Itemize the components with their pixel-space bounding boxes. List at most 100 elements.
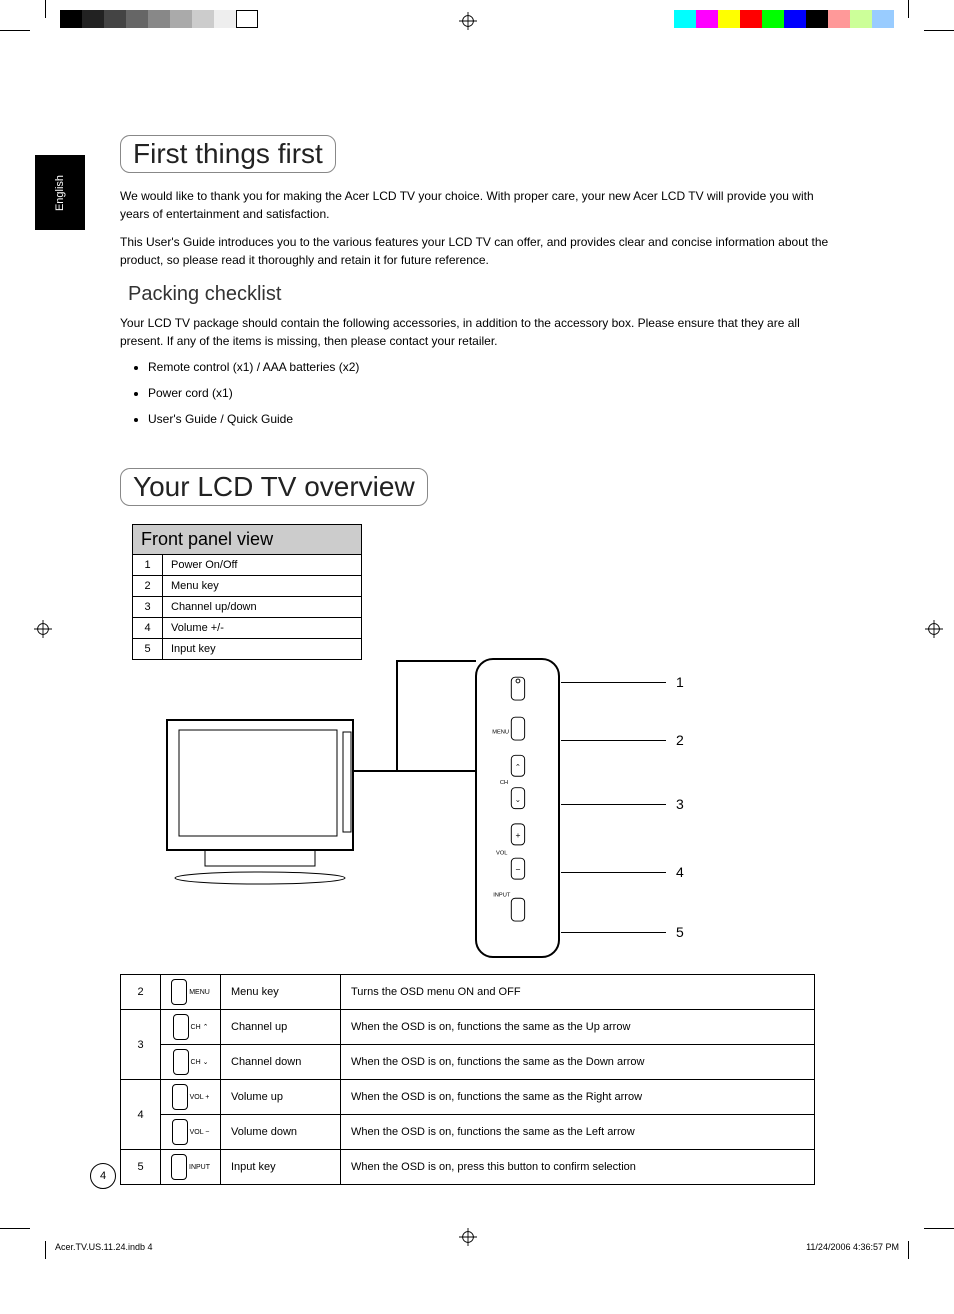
table-cell: Power On/Off (163, 555, 362, 576)
svg-text:⌃: ⌃ (515, 763, 521, 772)
table-cell: Volume down (221, 1115, 341, 1150)
table-cell: When the OSD is on, functions the same a… (341, 1045, 815, 1080)
language-label: English (54, 174, 66, 210)
button-label: MENU (189, 989, 210, 996)
registration-mark-icon (459, 1228, 477, 1246)
table-cell: 1 (133, 555, 163, 576)
callout-line (561, 682, 666, 683)
table-cell: 3 (121, 1010, 161, 1080)
section-heading-first-things: First things first (120, 135, 336, 173)
table-cell: 2 (121, 975, 161, 1010)
button-label: INPUT (189, 1164, 210, 1171)
packing-intro: Your LCD TV package should contain the f… (120, 314, 830, 350)
table-cell: 2 (133, 576, 163, 597)
functions-table: 2 MENU Menu key Turns the OSD menu ON an… (120, 974, 815, 1185)
callout-line (561, 740, 666, 741)
connector-line (396, 660, 476, 662)
table-cell: Volume +/- (163, 618, 362, 639)
button-icon-cell: VOL + (161, 1080, 221, 1115)
button-icon (173, 1049, 189, 1075)
table-header: Front panel view (133, 525, 362, 555)
callout-number: 5 (676, 924, 684, 940)
page-number: 4 (90, 1163, 116, 1189)
registration-mark-icon (925, 620, 943, 638)
button-icon (171, 1154, 187, 1180)
panel-illustration: MENU ⌃ CH ⌄ + VOL − INPUT (475, 658, 560, 958)
list-item: Power cord (x1) (148, 386, 830, 400)
crop-mark (0, 1228, 30, 1229)
callout-list: 1 2 3 4 5 (561, 674, 684, 972)
svg-text:⌄: ⌄ (515, 795, 521, 804)
svg-text:+: + (515, 830, 520, 840)
crop-mark (908, 0, 909, 18)
subheading-packing: Packing checklist (128, 283, 830, 306)
crop-mark (908, 1241, 909, 1259)
callout-line (561, 804, 666, 805)
footer-filename: Acer.TV.US.11.24.indb 4 (55, 1242, 153, 1252)
list-item: User's Guide / Quick Guide (148, 412, 830, 426)
table-cell: When the OSD is on, functions the same a… (341, 1080, 815, 1115)
table-cell: Channel up (221, 1010, 341, 1045)
button-icon-cell: MENU (161, 975, 221, 1010)
button-label: CH ⌃ (191, 1023, 209, 1031)
table-cell: 5 (121, 1150, 161, 1185)
page: English First things first We would like… (0, 0, 954, 1314)
tv-illustration (165, 718, 355, 888)
button-icon (172, 1084, 188, 1110)
svg-text:−: − (515, 864, 520, 874)
table-row: CH ⌄ Channel down When the OSD is on, fu… (121, 1045, 815, 1080)
registration-mark-icon (34, 620, 52, 638)
table-cell: Turns the OSD menu ON and OFF (341, 975, 815, 1010)
button-label: VOL − (190, 1129, 210, 1136)
crop-mark (45, 0, 46, 18)
svg-text:INPUT: INPUT (493, 892, 511, 898)
callout-number: 4 (676, 864, 684, 880)
table-cell: 4 (121, 1080, 161, 1150)
button-label: VOL + (190, 1094, 210, 1101)
table-cell: 3 (133, 597, 163, 618)
table-cell: Menu key (163, 576, 362, 597)
table-cell: When the OSD is on, press this button to… (341, 1150, 815, 1185)
color-bar (674, 10, 894, 28)
connector-line (354, 770, 476, 772)
button-icon (171, 979, 187, 1005)
table-row: 3 CH ⌃ Channel up When the OSD is on, fu… (121, 1010, 815, 1045)
button-icon-cell: INPUT (161, 1150, 221, 1185)
table-cell: When the OSD is on, functions the same a… (341, 1115, 815, 1150)
intro-paragraph: This User's Guide introduces you to the … (120, 233, 830, 269)
callout-line (561, 932, 666, 933)
table-row: VOL − Volume down When the OSD is on, fu… (121, 1115, 815, 1150)
content-area: First things first We would like to than… (120, 135, 830, 1185)
table-cell: Input key (163, 639, 362, 660)
button-icon-cell: CH ⌃ (161, 1010, 221, 1045)
crop-mark (45, 1241, 46, 1259)
svg-text:MENU: MENU (492, 729, 509, 735)
svg-text:CH: CH (500, 780, 508, 786)
button-icon (173, 1014, 189, 1040)
table-cell: Channel down (221, 1045, 341, 1080)
table-cell: Channel up/down (163, 597, 362, 618)
front-panel-table: Front panel view 1Power On/Off 2Menu key… (132, 524, 362, 660)
grayscale-bar (60, 10, 258, 28)
list-item: Remote control (x1) / AAA batteries (x2) (148, 360, 830, 374)
callout-number: 1 (676, 674, 684, 690)
table-cell: Volume up (221, 1080, 341, 1115)
table-row: 5 INPUT Input key When the OSD is on, pr… (121, 1150, 815, 1185)
table-cell: 5 (133, 639, 163, 660)
button-label: CH ⌄ (191, 1058, 209, 1066)
table-cell: Input key (221, 1150, 341, 1185)
section-heading-overview: Your LCD TV overview (120, 468, 428, 506)
intro-paragraph: We would like to thank you for making th… (120, 187, 830, 223)
table-cell: Menu key (221, 975, 341, 1010)
callout-line (561, 872, 666, 873)
callout-number: 2 (676, 732, 684, 748)
button-icon (172, 1119, 188, 1145)
language-tab: English (35, 155, 85, 230)
crop-mark (924, 30, 954, 31)
diagram-area: MENU ⌃ CH ⌄ + VOL − INPUT 1 2 (120, 678, 830, 888)
table-cell: 4 (133, 618, 163, 639)
footer-timestamp: 11/24/2006 4:36:57 PM (806, 1242, 899, 1252)
table-cell: When the OSD is on, functions the same a… (341, 1010, 815, 1045)
connector-line (396, 660, 398, 770)
table-row: 2 MENU Menu key Turns the OSD menu ON an… (121, 975, 815, 1010)
